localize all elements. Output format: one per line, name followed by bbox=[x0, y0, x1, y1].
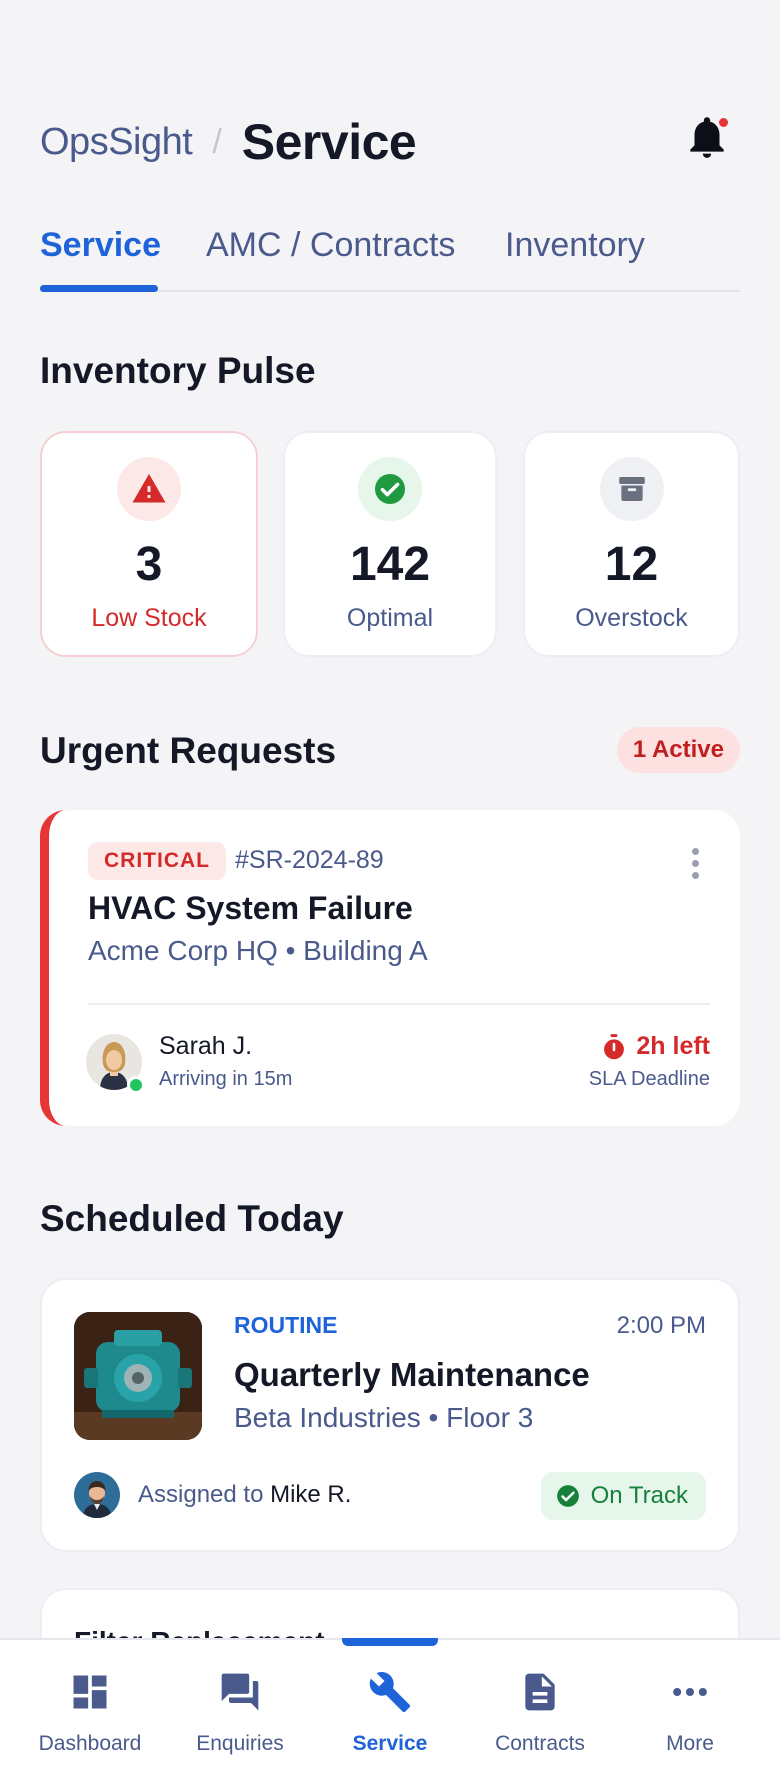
card-divider bbox=[88, 1003, 710, 1005]
notification-dot bbox=[717, 116, 730, 129]
tab-amc-contracts[interactable]: AMC / Contracts bbox=[206, 226, 455, 265]
tab-inventory[interactable]: Inventory bbox=[505, 226, 645, 265]
overstock-label: Overstock bbox=[575, 604, 688, 632]
check-circle-icon bbox=[358, 457, 422, 521]
priority-tag: CRITICAL bbox=[88, 842, 226, 880]
warning-icon bbox=[117, 457, 181, 521]
nav-label: More bbox=[666, 1732, 714, 1755]
nav-label: Contracts bbox=[495, 1732, 585, 1755]
online-status-dot bbox=[127, 1076, 145, 1094]
brand-name[interactable]: OpsSight bbox=[40, 121, 193, 164]
job-type-tag: ROUTINE bbox=[234, 1312, 338, 1338]
page-title: Service bbox=[241, 114, 417, 170]
service-screen: OpsSight / Service Service AMC / Contrac… bbox=[0, 0, 780, 1768]
header: OpsSight / Service bbox=[40, 112, 740, 172]
archive-icon bbox=[599, 457, 664, 521]
breadcrumb-separator: / bbox=[212, 122, 222, 161]
overstock-value: 12 bbox=[604, 538, 659, 591]
nav-dashboard[interactable]: Dashboard bbox=[15, 1640, 165, 1768]
nav-contracts[interactable]: Contracts bbox=[465, 1640, 615, 1768]
notifications-button[interactable] bbox=[682, 112, 732, 162]
job-time: 2:00 PM bbox=[616, 1312, 706, 1339]
assignee-avatar bbox=[74, 1472, 120, 1518]
active-tab-indicator bbox=[40, 285, 158, 292]
equipment-thumbnail bbox=[74, 1312, 202, 1440]
job-location: Beta Industries • Floor 3 bbox=[234, 1402, 534, 1433]
assignee-name: Mike R. bbox=[270, 1481, 352, 1508]
check-circle-icon bbox=[556, 1485, 579, 1507]
nav-more[interactable]: More bbox=[615, 1640, 765, 1768]
top-tabs: Service AMC / Contracts Inventory bbox=[40, 220, 740, 292]
nav-service[interactable]: Service bbox=[315, 1638, 465, 1768]
nav-label: Enquiries bbox=[196, 1732, 284, 1755]
active-nav-indicator bbox=[342, 1638, 438, 1646]
optimal-value: 142 bbox=[349, 538, 431, 591]
request-title: HVAC System Failure bbox=[88, 890, 413, 926]
job-title: Quarterly Maintenance bbox=[234, 1356, 590, 1393]
more-icon bbox=[673, 1687, 707, 1697]
optimal-card[interactable]: 142 Optimal bbox=[283, 431, 497, 657]
nav-label: Dashboard bbox=[38, 1732, 142, 1755]
inventory-section-title: Inventory Pulse bbox=[40, 350, 316, 391]
overstock-card[interactable]: 12 Overstock bbox=[523, 431, 740, 657]
sla-time-text: 2h left bbox=[636, 1032, 710, 1060]
sla-time: 2h left bbox=[600, 1032, 710, 1061]
urgent-request-card[interactable]: CRITICAL #SR-2024-89 HVAC System Failure… bbox=[40, 810, 740, 1126]
nav-enquiries[interactable]: Enquiries bbox=[165, 1640, 315, 1768]
nav-label: Service bbox=[352, 1732, 428, 1755]
bottom-navigation: Dashboard Enquiries Service Contracts Mo… bbox=[0, 1638, 780, 1768]
technician-eta: Arriving in 15m bbox=[159, 1068, 293, 1090]
wrench-icon bbox=[369, 1672, 411, 1713]
dashboard-icon bbox=[73, 1675, 107, 1709]
technician-name: Sarah J. bbox=[159, 1032, 253, 1060]
request-id: #SR-2024-89 bbox=[235, 846, 384, 874]
active-count-badge: 1 Active bbox=[616, 727, 740, 773]
low-stock-card[interactable]: 3 Low Stock bbox=[40, 431, 258, 657]
status-text: On Track bbox=[590, 1482, 688, 1509]
assigned-to: Assigned to Mike R. bbox=[138, 1481, 351, 1509]
low-stock-label: Low Stock bbox=[91, 604, 207, 632]
scheduled-job-card[interactable]: ROUTINE 2:00 PM Quarterly Maintenance Be… bbox=[40, 1278, 740, 1552]
optimal-label: Optimal bbox=[346, 604, 434, 632]
tab-service[interactable]: Service bbox=[40, 226, 161, 265]
timer-icon bbox=[604, 1033, 625, 1059]
low-stock-value: 3 bbox=[135, 538, 163, 591]
chat-icon bbox=[221, 1673, 259, 1711]
more-options-icon[interactable] bbox=[690, 848, 700, 884]
sla-label: SLA Deadline bbox=[588, 1068, 710, 1090]
scheduled-section-title: Scheduled Today bbox=[40, 1198, 344, 1239]
document-icon bbox=[525, 1673, 555, 1711]
assigned-prefix: Assigned to bbox=[138, 1481, 271, 1508]
urgent-section-title: Urgent Requests bbox=[40, 730, 337, 771]
status-badge: On Track bbox=[540, 1472, 706, 1520]
request-location: Acme Corp HQ • Building A bbox=[88, 935, 428, 966]
